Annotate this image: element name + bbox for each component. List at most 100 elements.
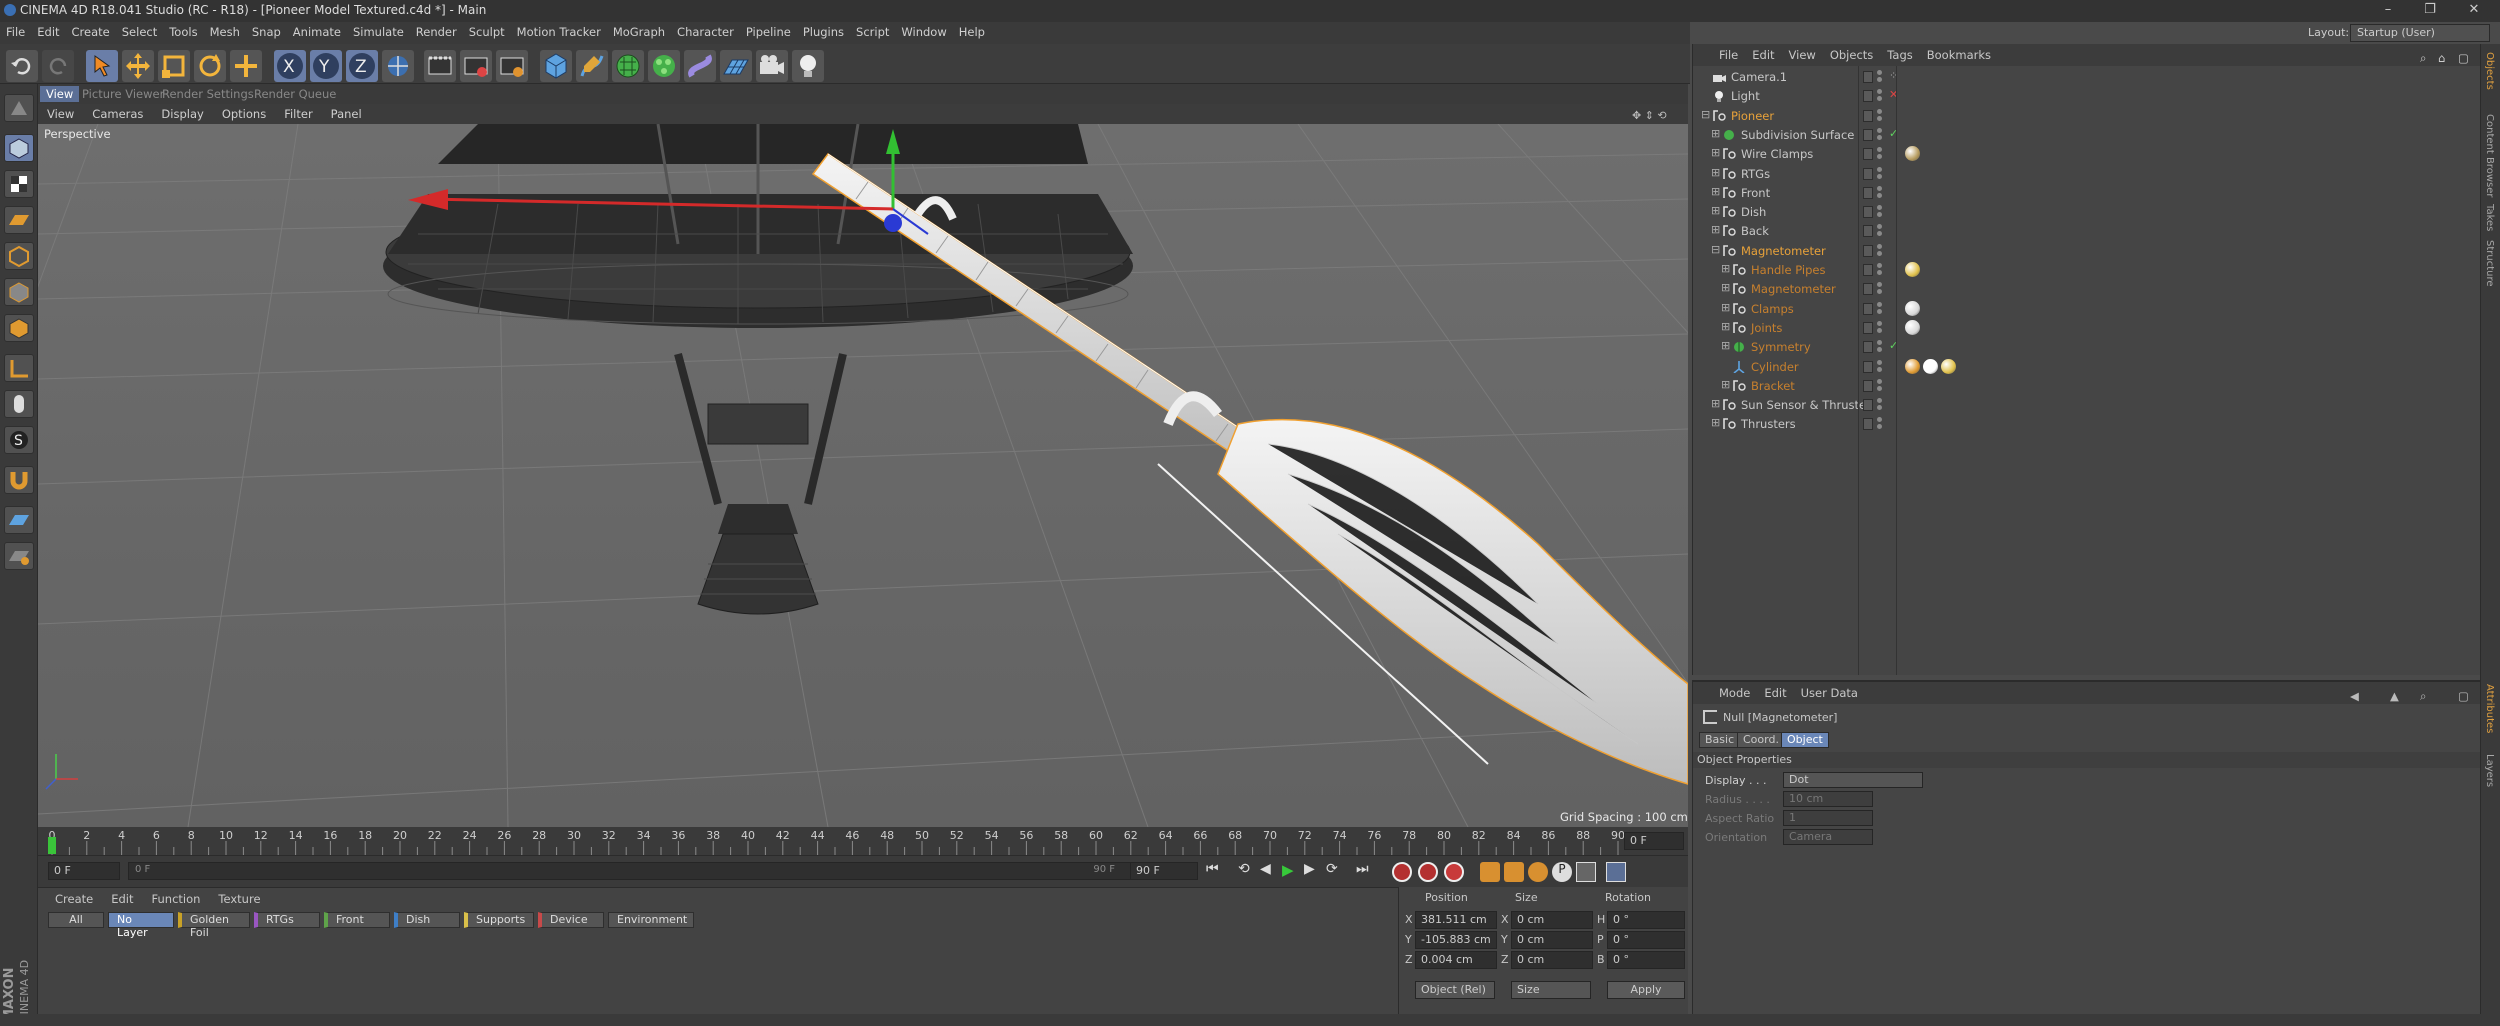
om-menu-edit[interactable]: Edit	[1745, 44, 1781, 62]
layer-color-swatch[interactable]	[1863, 90, 1873, 103]
move-tool-icon[interactable]	[122, 50, 154, 82]
object-row[interactable]: ⊞ Symmetry ✓	[1693, 338, 2481, 357]
key-scale-icon[interactable]	[1504, 862, 1524, 882]
strip-tab-takes[interactable]: Takes	[2484, 204, 2495, 231]
expand-toggle-icon[interactable]: ⊞	[1711, 204, 1720, 217]
object-name[interactable]: Front	[1741, 186, 1770, 200]
layer-color-swatch[interactable]	[1863, 283, 1873, 296]
tab-render-queue[interactable]: Render Queue	[248, 86, 342, 102]
redo-button[interactable]	[42, 50, 74, 82]
menu-help[interactable]: Help	[953, 22, 991, 39]
deformer-icon[interactable]	[684, 50, 716, 82]
pen-spline-icon[interactable]	[576, 50, 608, 82]
layer-color-swatch[interactable]	[1863, 71, 1873, 83]
make-editable-icon[interactable]	[4, 94, 34, 122]
object-name[interactable]: Dish	[1741, 205, 1766, 219]
strip-tab-attributes[interactable]: Attributes	[2484, 684, 2495, 733]
object-row[interactable]: ⊞ Magnetometer	[1693, 280, 2481, 299]
end-frame-field[interactable]: 90 F	[1130, 862, 1198, 880]
property-value-field[interactable]: Dot	[1783, 772, 1923, 788]
object-row[interactable]: Cylinder	[1693, 358, 2481, 377]
visibility-dots[interactable]	[1877, 70, 1883, 84]
menu-mesh[interactable]: Mesh	[204, 22, 246, 39]
minimize-button[interactable]: –	[2370, 2, 2406, 17]
key-parameter-icon[interactable]: P	[1552, 862, 1572, 882]
expand-toggle-icon[interactable]: ⊞	[1711, 397, 1720, 410]
layer-color-swatch[interactable]	[1863, 418, 1873, 431]
mat-tab-environment[interactable]: Environment	[608, 912, 694, 928]
material-tag-icon[interactable]	[1905, 358, 1920, 374]
mat-tab-no-layer[interactable]: No Layer	[108, 912, 174, 939]
x-axis-lock-icon[interactable]: X	[274, 50, 306, 82]
mat-tab-dish[interactable]: Dish	[394, 912, 460, 928]
object-row[interactable]: ⊞ Dish	[1693, 203, 2481, 222]
visibility-dots[interactable]	[1877, 108, 1883, 123]
previous-key-icon[interactable]: ⟲	[1238, 861, 1260, 883]
object-name[interactable]: Thrusters	[1741, 417, 1796, 431]
timeline-ticks[interactable]: 0 2 4 6 8 10 12 14 16 18 20 22 24 26 28 30 32 34 36 38 40 42 4…	[38, 827, 1638, 855]
expand-toggle-icon[interactable]: ⊞	[1721, 320, 1730, 333]
am-back-icon[interactable]: ◀	[2343, 685, 2366, 703]
light-object-icon[interactable]	[792, 50, 824, 82]
scale-tool-icon[interactable]	[158, 50, 190, 82]
layer-color-swatch[interactable]	[1863, 321, 1873, 334]
object-name[interactable]: Handle Pipes	[1751, 263, 1825, 277]
mat-menu-function[interactable]: Function	[143, 892, 210, 906]
coordinate-system-icon[interactable]	[382, 50, 414, 82]
menu-plugins[interactable]: Plugins	[797, 22, 850, 39]
next-frame-icon[interactable]: ▶	[1304, 861, 1326, 883]
om-menu-file[interactable]: File	[1693, 44, 1745, 62]
mat-menu-texture[interactable]: Texture	[209, 892, 269, 906]
workplane-mode-icon[interactable]	[4, 206, 34, 234]
mat-tab-front[interactable]: Front	[324, 912, 390, 928]
size-y-field[interactable]: 0 cm	[1511, 931, 1593, 949]
layer-color-swatch[interactable]	[1863, 399, 1873, 412]
expand-toggle-icon[interactable]: ⊞	[1711, 223, 1720, 236]
visibility-dots[interactable]	[1877, 127, 1883, 142]
material-tag-icon[interactable]	[1905, 300, 1920, 316]
am-lock-icon[interactable]: ▢	[2451, 685, 2476, 703]
mat-tab-device[interactable]: Device	[538, 912, 604, 928]
go-to-end-icon[interactable]: ⏭	[1356, 861, 1378, 883]
object-name[interactable]: Wire Clamps	[1741, 147, 1813, 161]
layer-color-swatch[interactable]	[1863, 360, 1873, 373]
workplane-lock-icon[interactable]	[4, 506, 34, 534]
object-name[interactable]: Camera.1	[1731, 70, 1787, 84]
strip-tab-structure[interactable]: Structure	[2484, 240, 2495, 287]
mat-tab-rtgs[interactable]: RTGs	[254, 912, 320, 928]
timeline-ruler[interactable]: 0 2 4 6 8 10 12 14 16 18 20 22 24 26 28 30 32 34 36 38 40 42 4…	[38, 827, 1688, 855]
vp-menu-panel[interactable]: Panel	[322, 104, 371, 121]
visibility-dots[interactable]	[1877, 243, 1883, 258]
apply-button[interactable]: Apply	[1607, 981, 1685, 999]
layer-color-swatch[interactable]	[1863, 264, 1873, 276]
maximize-button[interactable]: ❐	[2412, 2, 2448, 17]
keyframe-selection-icon[interactable]	[1444, 862, 1464, 882]
expand-toggle-icon[interactable]: ⊞	[1711, 146, 1720, 159]
object-name[interactable]: Joints	[1751, 321, 1782, 335]
om-new-window-icon[interactable]: ▢	[2451, 47, 2476, 65]
material-tag-icon[interactable]	[1905, 146, 1920, 162]
3d-viewport[interactable]	[38, 124, 1688, 827]
play-icon[interactable]: ▶	[1282, 861, 1304, 883]
mat-tab-golden-foil[interactable]: Golden Foil	[178, 912, 250, 939]
strip-tab-content-browser[interactable]: Content Browser	[2484, 114, 2495, 197]
material-tag-icon[interactable]	[1923, 358, 1938, 374]
object-row[interactable]: ⊞ Joints	[1693, 319, 2481, 338]
object-row[interactable]: ⊞ Handle Pipes	[1693, 261, 2481, 280]
frame-range-slider[interactable]: 0 F 90 F	[128, 862, 1136, 880]
vp-menu-options[interactable]: Options	[213, 104, 275, 121]
previous-frame-icon[interactable]: ◀	[1260, 861, 1282, 883]
subdivision-generator-icon[interactable]	[612, 50, 644, 82]
visibility-dots[interactable]	[1877, 320, 1883, 335]
menu-motion-tracker[interactable]: Motion Tracker	[511, 22, 607, 39]
object-name[interactable]: Sun Sensor & Thruster	[1741, 398, 1871, 412]
rot-b-field[interactable]: 0 °	[1607, 951, 1685, 969]
object-name[interactable]: Bracket	[1751, 379, 1795, 393]
visibility-dots[interactable]	[1877, 205, 1883, 219]
menu-animate[interactable]: Animate	[287, 22, 347, 39]
snapping-icon[interactable]: S	[4, 426, 34, 454]
key-position-icon[interactable]	[1480, 862, 1500, 882]
texture-mode-icon[interactable]	[4, 170, 34, 198]
object-name[interactable]: Magnetometer	[1751, 282, 1836, 296]
strip-tab-objects[interactable]: Objects	[2484, 52, 2495, 90]
